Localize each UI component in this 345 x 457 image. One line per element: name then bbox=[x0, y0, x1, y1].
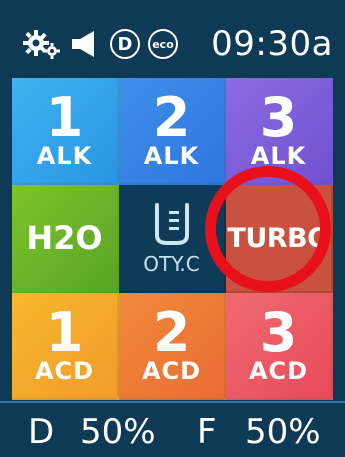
tile-label: ALK bbox=[36, 141, 93, 170]
acd-1-tile[interactable]: 1 ACD bbox=[12, 293, 119, 400]
tile-label: ACD bbox=[34, 356, 95, 385]
alk-2-tile[interactable]: 2 ALK bbox=[119, 78, 226, 185]
cup-icon bbox=[154, 203, 189, 245]
alk-3-tile[interactable]: 3 ALK bbox=[226, 78, 333, 185]
d-value: 50% bbox=[80, 412, 156, 452]
mode-grid: 1 ALK 2 ALK 3 ALK H2O OTY.C TURBO 1 ACD … bbox=[12, 78, 333, 400]
gear-icon[interactable] bbox=[22, 28, 60, 60]
tile-number: 1 bbox=[45, 300, 84, 364]
tile-label: ACD bbox=[141, 356, 202, 385]
h2o-tile[interactable]: H2O bbox=[12, 185, 119, 293]
tile-number: 3 bbox=[259, 85, 298, 149]
tile-number: 2 bbox=[152, 300, 191, 364]
tile-label: ALK bbox=[143, 141, 200, 170]
status-icons: D eco bbox=[22, 26, 178, 62]
acd-2-tile[interactable]: 2 ACD bbox=[119, 293, 226, 400]
oty-tile[interactable]: OTY.C bbox=[119, 185, 226, 293]
tile-number: 3 bbox=[259, 300, 298, 364]
alk-1-tile[interactable]: 1 ALK bbox=[12, 78, 119, 185]
tile-label: H2O bbox=[26, 219, 103, 257]
acd-3-tile[interactable]: 3 ACD bbox=[226, 293, 333, 400]
clock-time: 09:30a bbox=[211, 24, 333, 64]
d-mode-icon[interactable]: D bbox=[110, 29, 140, 59]
speaker-icon[interactable] bbox=[68, 29, 102, 59]
tile-number: 2 bbox=[152, 85, 191, 149]
f-label: F bbox=[197, 412, 217, 452]
turbo-tile[interactable]: TURBO bbox=[226, 185, 333, 293]
tile-label: OTY.C bbox=[143, 252, 200, 276]
status-bar: D eco 09:30a bbox=[0, 0, 345, 76]
eco-icon[interactable]: eco bbox=[148, 29, 178, 59]
bottom-status: D 50% F 50% bbox=[0, 401, 345, 457]
tile-number: 1 bbox=[45, 85, 84, 149]
f-value: 50% bbox=[245, 412, 321, 452]
tile-label: ALK bbox=[250, 141, 307, 170]
tile-label: TURBO bbox=[227, 222, 330, 254]
d-label: D bbox=[28, 412, 55, 452]
tile-label: ACD bbox=[248, 356, 309, 385]
